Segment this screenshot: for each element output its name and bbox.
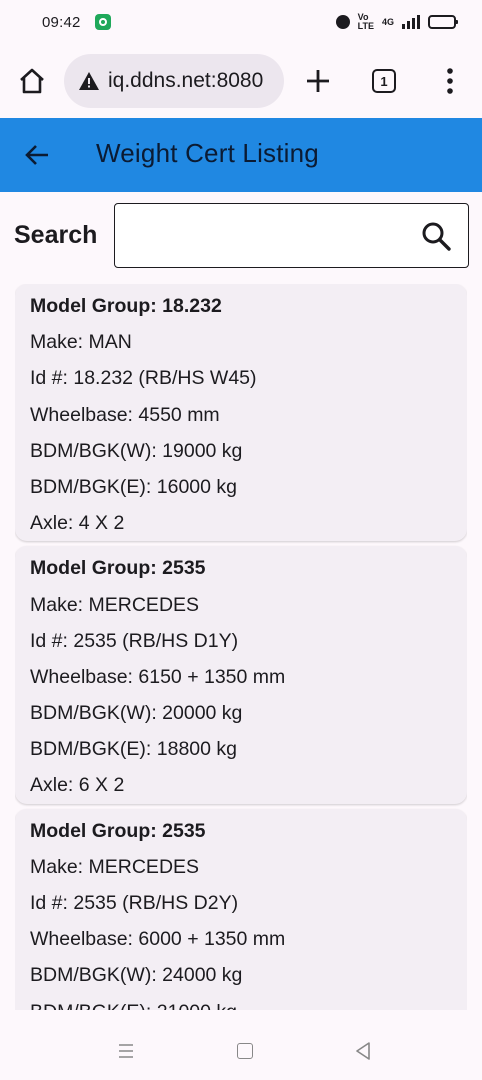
- search-label: Search: [14, 221, 98, 249]
- page-title: Weight Cert Listing: [96, 138, 319, 168]
- list-item[interactable]: Model Group: 2535 Make: MERCEDES Id #: 2…: [15, 546, 467, 804]
- id-number: Id #: 2535 (RB/HS D2Y): [30, 892, 239, 914]
- model-group: Model Group: 2535: [30, 557, 206, 580]
- alarm-icon: [335, 15, 350, 29]
- battery-icon: [428, 15, 458, 29]
- bdm-w: BDM/BGK(W): 24000 kg: [30, 964, 243, 987]
- bdm-e: BDM/BGK(E): 21000 kg: [30, 994, 452, 1010]
- list-item[interactable]: Model Group: 18.232 Make: MAN Id #: 18.2…: [15, 284, 467, 542]
- wheelbase: Wheelbase: 4550 mm: [30, 403, 220, 426]
- bdm-e: BDM/BGK(E): 18800 kg: [30, 738, 237, 761]
- address-bar[interactable]: iq.ddns.net:8080: [64, 54, 284, 108]
- app-bar: Weight Cert Listing: [0, 118, 482, 192]
- home-nav-icon[interactable]: [237, 1043, 253, 1059]
- back-nav-icon[interactable]: [355, 1042, 371, 1060]
- url-text[interactable]: iq.ddns.net:8080: [108, 69, 263, 93]
- model-group: Model Group: 18.232: [30, 295, 222, 317]
- model-group: Model Group: 2535: [30, 819, 206, 842]
- status-icons: Vo LTE 4G: [335, 12, 458, 31]
- search-row: Search: [0, 203, 482, 269]
- wheelbase: Wheelbase: 6150 + 1350 mm: [30, 665, 286, 688]
- search-input[interactable]: [114, 203, 469, 268]
- search-icon[interactable]: [420, 220, 452, 252]
- bdm-w: BDM/BGK(W): 19000 kg: [30, 439, 243, 462]
- more-vert-icon[interactable]: [440, 66, 460, 96]
- id-number: Id #: 2535 (RB/HS D1Y): [30, 629, 239, 652]
- system-nav-bar: [0, 1020, 482, 1080]
- status-time: 09:42: [42, 13, 81, 31]
- browser-toolbar: iq.ddns.net:8080 1: [0, 44, 482, 118]
- wheelbase: Wheelbase: 6000 + 1350 mm: [30, 928, 286, 951]
- bdm-w: BDM/BGK(W): 20000 kg: [30, 702, 243, 725]
- warning-icon[interactable]: [78, 71, 100, 91]
- cert-list: Model Group: 18.232 Make: MAN Id #: 18.2…: [15, 284, 467, 1010]
- network-label: 4G: [381, 16, 394, 27]
- list-item[interactable]: Model Group: 2535 Make: MERCEDES Id #: 2…: [15, 808, 467, 1010]
- back-arrow-icon[interactable]: [24, 143, 50, 167]
- make: Make: MERCEDES: [30, 855, 200, 878]
- shield-icon: [94, 14, 111, 30]
- signal-icon: [402, 15, 420, 29]
- make: Make: MAN: [30, 331, 132, 354]
- volte-label: Vo LTE: [357, 12, 374, 31]
- status-bar: 09:42 Vo LTE 4G: [0, 0, 482, 44]
- make: Make: MERCEDES: [30, 593, 200, 616]
- home-icon[interactable]: [17, 66, 47, 96]
- bdm-e: BDM/BGK(E): 16000 kg: [30, 475, 237, 498]
- recents-icon[interactable]: [118, 1043, 134, 1059]
- tabs-icon[interactable]: 1: [372, 69, 396, 93]
- axle: Axle: 4 X 2: [30, 512, 125, 535]
- plus-icon[interactable]: [303, 66, 333, 96]
- axle: Axle: 6 X 2: [30, 774, 125, 797]
- id-number: Id #: 18.232 (RB/HS W45): [30, 367, 257, 390]
